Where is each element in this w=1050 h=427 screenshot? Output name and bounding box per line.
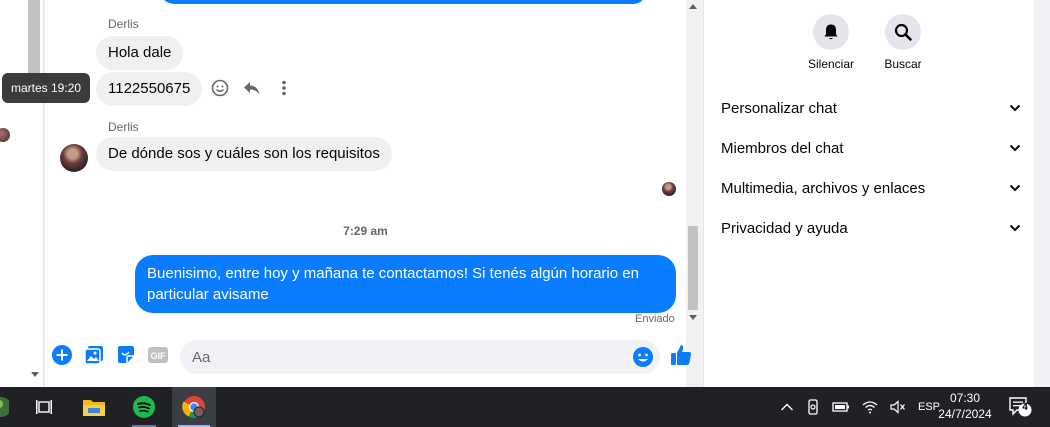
taskbar: ESP 07:30 24/7/2024 4 [0,387,1050,427]
gif-icon[interactable]: GIF [147,344,169,366]
scroll-up-arrow[interactable] [689,4,697,9]
start-icon[interactable] [0,387,16,427]
section-media-files-links[interactable]: Multimedia, archivos y enlaces [721,173,1021,203]
incoming-message[interactable]: 1122550675 [96,72,203,106]
emoji-icon[interactable] [632,346,654,373]
avatar[interactable] [60,144,88,172]
clock-date: 24/7/2024 [938,407,992,421]
sender-name: Derlis [108,120,139,134]
conversation-list-edge [0,0,44,387]
read-receipt-avatar [662,182,676,196]
image-icon[interactable] [83,344,105,366]
scrollbar-thumb[interactable] [688,226,698,310]
message-composer: GIF Aa [45,338,700,376]
phone-link-icon[interactable] [806,399,820,415]
incoming-message[interactable]: Hola dale [96,36,184,70]
reply-icon[interactable] [242,78,262,98]
search-label: Buscar [884,57,922,71]
svg-text:GIF: GIF [151,351,167,361]
file-explorer-icon[interactable] [72,387,116,427]
chevron-up-icon[interactable] [780,402,794,412]
timestamp-tooltip: martes 19:20 [2,73,91,103]
notification-count-badge: 4 [1022,402,1028,413]
mute-label: Silenciar [807,57,855,71]
more-options-icon[interactable] [274,78,294,98]
page-scrollbar[interactable] [1034,0,1050,387]
mute-action[interactable]: Silenciar [796,14,866,71]
scroll-down-arrow[interactable] [31,372,39,377]
spotify-icon[interactable] [122,387,166,427]
search-action[interactable]: Buscar [868,14,938,71]
sender-name: Derlis [108,17,139,31]
system-tray: ESP [780,387,940,427]
task-view-icon[interactable] [22,387,66,427]
message-input-placeholder: Aa [192,349,211,366]
thumbs-up-icon[interactable] [669,343,692,365]
chevron-down-icon [1009,104,1021,112]
battery-icon[interactable] [832,401,850,413]
avatar [0,128,10,142]
list-scrollbar-thumb[interactable] [28,0,40,80]
sticker-icon[interactable] [115,344,137,366]
message-actions [210,78,294,98]
clock-time: 07:30 [949,391,981,405]
time-separator: 7:29 am [343,224,388,238]
bell-icon[interactable] [813,14,849,50]
section-label: Privacidad y ayuda [721,219,848,237]
incoming-message[interactable]: De dónde sos y cuáles son los requisitos [96,137,392,171]
section-chat-members[interactable]: Miembros del chat [721,133,1021,163]
search-icon[interactable] [885,14,921,50]
volume-muted-icon[interactable] [890,400,906,414]
scroll-down-arrow[interactable] [689,315,697,320]
chevron-down-icon [1009,184,1021,192]
notification-center-icon[interactable]: 4 [1008,396,1034,423]
section-customize-chat[interactable]: Personalizar chat [721,93,1021,123]
section-privacy-help[interactable]: Privacidad y ayuda [721,213,1021,243]
section-label: Personalizar chat [721,99,837,117]
plus-icon[interactable] [51,344,73,366]
message-status: Enviado [635,313,675,325]
chevron-down-icon [1009,224,1021,232]
chat-scrollbar[interactable] [686,0,700,387]
outgoing-message[interactable]: Buenisimo, entre hoy y mañana te contact… [135,255,676,313]
section-label: Miembros del chat [721,139,844,157]
section-label: Multimedia, archivos y enlaces [721,179,926,197]
chat-info-panel: Silenciar Buscar Personalizar chat Miemb… [704,0,1034,387]
chrome-icon[interactable] [172,387,216,427]
chevron-down-icon [1009,144,1021,152]
message-input[interactable]: Aa [180,340,660,374]
outgoing-message-bubble-cut [160,0,647,4]
react-emoji-icon[interactable] [210,78,230,98]
screen: martes 19:20 Derlis Hola dale 1122550675… [0,0,1050,427]
chat-thread: Derlis Hola dale 1122550675 Derlis De dó… [45,0,686,387]
clock[interactable]: 07:30 24/7/2024 [930,390,1000,422]
wifi-icon[interactable] [862,400,878,414]
